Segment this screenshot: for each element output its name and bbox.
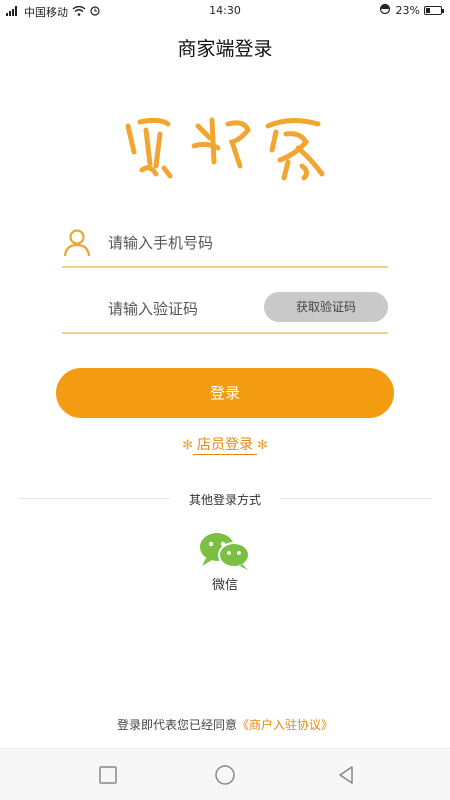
- get-code-button[interactable]: 获取验证码: [264, 292, 388, 322]
- phone-field-row: [62, 224, 388, 268]
- agreement-prefix: 登录即代表您已经同意: [116, 718, 237, 732]
- wechat-label: 微信: [211, 578, 238, 593]
- agreement-link[interactable]: 《商户入驻协议》: [237, 718, 333, 732]
- battery-icon: [424, 6, 444, 15]
- login-button[interactable]: 登录: [56, 368, 394, 418]
- code-field-row: 获取验证码: [62, 290, 388, 334]
- agreement-text: 登录即代表您已经同意《商户入驻协议》: [0, 716, 450, 733]
- wechat-icon: [195, 530, 255, 572]
- phone-input[interactable]: [108, 230, 308, 256]
- page-title: 商家端登录: [177, 38, 273, 60]
- other-login-divider: 其他登录方式: [18, 491, 432, 507]
- home-icon[interactable]: [213, 763, 237, 787]
- brand-logo: [0, 112, 450, 182]
- staff-login-link[interactable]: ✻ 店员登录 ✻: [0, 434, 450, 455]
- sparkle-left-icon: ✻: [182, 438, 193, 453]
- user-icon: [62, 228, 94, 258]
- divider-line-right: [280, 498, 432, 499]
- system-nav-bar: [0, 748, 450, 800]
- wechat-login-button[interactable]: 微信: [195, 530, 255, 593]
- recent-apps-icon[interactable]: [96, 763, 120, 787]
- cloud-icon: [378, 3, 392, 17]
- staff-login-label[interactable]: 店员登录: [193, 434, 257, 455]
- status-right: 23%: [378, 3, 444, 17]
- battery-text: 23%: [395, 4, 420, 17]
- back-icon[interactable]: [334, 763, 358, 787]
- battery-fill: [426, 8, 430, 13]
- sparkle-right-icon: ✻: [257, 438, 268, 453]
- status-bar: 中国移动 14:30 23%: [0, 0, 450, 22]
- other-login-title: 其他登录方式: [188, 493, 261, 507]
